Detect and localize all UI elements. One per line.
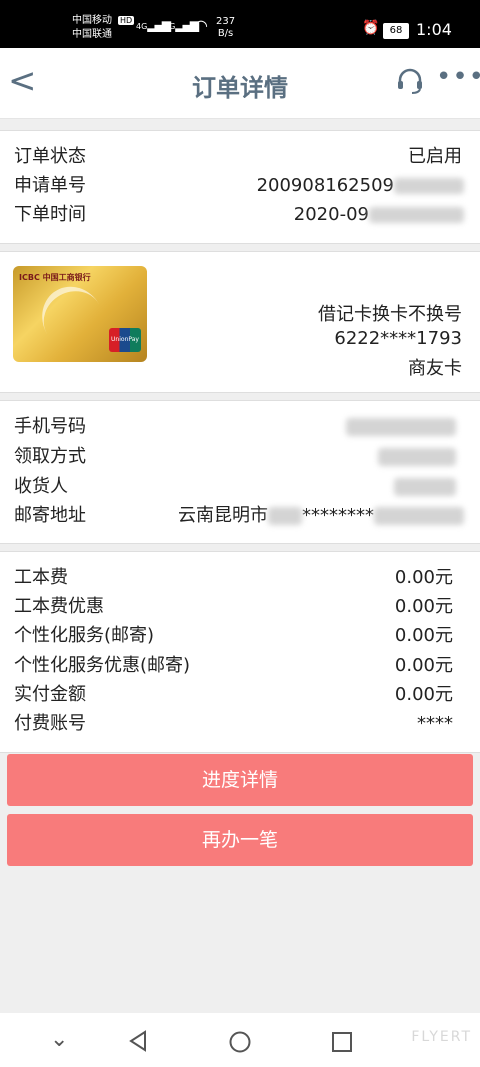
card-swoosh [30, 275, 116, 363]
redacted-block [369, 207, 464, 223]
card-type: 借记卡换卡不换号 [318, 304, 462, 325]
alarm-icon: ⏰ [362, 20, 380, 36]
fee-value: 0.00元 [394, 596, 453, 617]
hd-badge: HD [118, 16, 135, 25]
carrier-1: 中国移动 [72, 15, 112, 26]
speed-value: 237 [216, 16, 236, 27]
address-label: 邮寄地址 [14, 505, 86, 526]
signal-label-1: 4G [136, 22, 148, 31]
system-nav-bar: ⌄ FLYERT [0, 1013, 480, 1067]
nav-bar: < 订单详情 ••• [0, 48, 480, 119]
fees-card: 工本费 0.00元 工本费优惠 0.00元 个性化服务(邮寄) 0.00元 个性… [0, 551, 480, 753]
receiver-label: 收货人 [14, 476, 68, 497]
redacted-block [378, 448, 456, 466]
order-time-row: 下单时间 2020-09 [14, 201, 464, 229]
signal-icon-2: 4G▂▄▆ [164, 18, 199, 32]
contact-info-card: 手机号码 领取方式 收货人 邮寄地址 云南昆明市 ******** [0, 400, 480, 544]
battery-icon: 68 [383, 23, 409, 39]
fee-value: **** [417, 713, 453, 734]
redacted-block [268, 507, 302, 525]
receiver-row: 收货人 [14, 473, 464, 501]
bank-card-image: ICBC 中国工商银行 UnionPay [13, 266, 147, 363]
fee-label: 个性化服务(邮寄) [14, 625, 155, 646]
fee-value: 0.00元 [394, 684, 453, 705]
fee-label: 付费账号 [14, 713, 86, 734]
chevron-down-icon[interactable]: ⌄ [50, 1027, 68, 1052]
unionpay-logo: UnionPay [109, 328, 141, 352]
fee-value: 0.00元 [394, 655, 453, 676]
redacted-block [346, 418, 456, 436]
phone-row: 手机号码 [14, 413, 464, 441]
card-name: 商友卡 [408, 358, 462, 379]
apply-again-button[interactable]: 再办一笔 [7, 814, 473, 866]
carrier-names: 中国移动 中国联通 [72, 14, 112, 42]
signal-label-2: 4G [164, 22, 176, 31]
order-number-value: 200908162509 [256, 175, 394, 196]
network-speed: 237 B/s [216, 16, 235, 40]
order-status-label: 订单状态 [14, 146, 86, 167]
order-number-row: 申请单号 200908162509 [14, 172, 464, 200]
fee-row: 工本费 0.00元 [14, 564, 464, 592]
fee-row: 工本费优惠 0.00元 [14, 593, 464, 621]
order-info-card: 订单状态 已启用 申请单号 200908162509 下单时间 2020-09 [0, 130, 480, 244]
redacted-block [394, 478, 456, 496]
more-icon[interactable]: ••• [436, 62, 480, 92]
fee-value: 0.00元 [394, 625, 453, 646]
fee-label: 工本费 [14, 567, 68, 588]
order-time-value-wrap: 2020-09 [294, 201, 464, 229]
address-value: 云南昆明市 [178, 505, 268, 526]
fee-value: 0.00元 [394, 567, 453, 588]
progress-detail-button[interactable]: 进度详情 [7, 754, 473, 806]
fee-row: 个性化服务优惠(邮寄) 0.00元 [14, 652, 464, 680]
headset-icon[interactable] [395, 66, 425, 96]
clock: 1:04 [416, 20, 452, 39]
carrier-2: 中国联通 [72, 29, 112, 40]
order-status-row: 订单状态 已启用 [14, 143, 464, 171]
fee-row: 个性化服务(邮寄) 0.00元 [14, 622, 464, 650]
home-circle-icon[interactable] [228, 1030, 252, 1054]
fee-label: 实付金额 [14, 684, 86, 705]
fee-row: 实付金额 0.00元 [14, 681, 464, 709]
watermark: FLYERT [411, 1029, 472, 1045]
back-triangle-icon[interactable] [128, 1030, 148, 1052]
order-time-label: 下单时间 [14, 204, 86, 225]
phone-label: 手机号码 [14, 416, 86, 437]
address-row: 邮寄地址 云南昆明市 ******** [14, 502, 464, 530]
speed-unit: B/s [217, 28, 234, 39]
redacted-block [394, 178, 464, 194]
wifi-icon: ◠ [194, 16, 208, 35]
bank-card-section: ICBC 中国工商银行 UnionPay 借记卡换卡不换号 6222****17… [0, 251, 480, 393]
order-number-label: 申请单号 [14, 175, 86, 196]
pickup-label: 领取方式 [14, 446, 86, 467]
fee-row: 付费账号 **** [14, 710, 464, 738]
status-bar: 中国移动 中国联通 HD 4G▂▄▆ 4G▂▄▆ ◠ 237 B/s ⏰ 68 … [0, 0, 480, 48]
order-status-value: 已启用 [408, 146, 462, 167]
card-number: 6222****1793 [334, 328, 462, 349]
order-time-value: 2020-09 [293, 204, 369, 225]
recent-apps-icon[interactable] [331, 1031, 353, 1053]
pickup-row: 领取方式 [14, 443, 464, 471]
order-number-value-wrap: 200908162509 [257, 172, 464, 200]
redacted-block [374, 507, 464, 525]
address-value-wrap: 云南昆明市 ******** [178, 502, 464, 530]
bank-logo: ICBC 中国工商银行 [19, 273, 91, 282]
address-mask: ******** [302, 505, 374, 526]
fee-label: 工本费优惠 [14, 596, 104, 617]
fee-label: 个性化服务优惠(邮寄) [14, 655, 191, 676]
